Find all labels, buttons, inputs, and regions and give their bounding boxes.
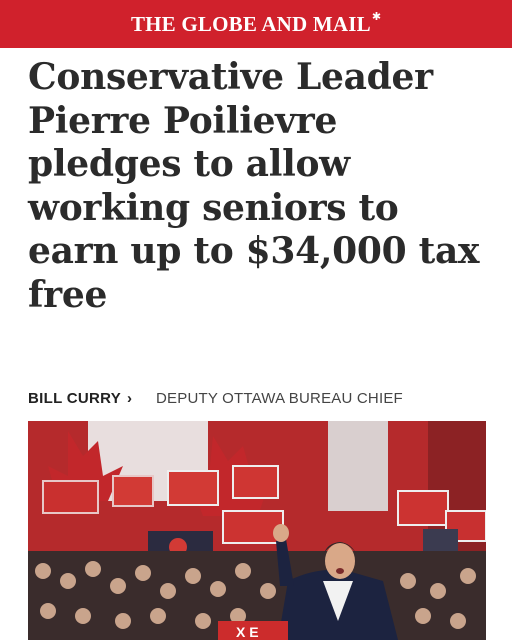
rally-photo: X E bbox=[28, 421, 486, 640]
author-name[interactable]: BILL CURRY bbox=[28, 390, 121, 407]
byline: BILL CURRY › DEPUTY OTTAWA BUREAU CHIEF bbox=[28, 387, 403, 409]
masthead[interactable]: THE GLOBE AND MAIL ✱ bbox=[0, 0, 512, 48]
maple-leaf-icon: ✱ bbox=[371, 10, 382, 23]
author-title: DEPUTY OTTAWA BUREAU CHIEF bbox=[156, 389, 403, 407]
article-photo[interactable]: X E bbox=[28, 421, 486, 640]
article-headline: Conservative Leader Pierre Poilievre ple… bbox=[28, 56, 480, 316]
chevron-right-icon[interactable]: › bbox=[127, 390, 132, 407]
photo-sign-text: X E bbox=[236, 624, 259, 640]
masthead-title[interactable]: THE GLOBE AND MAIL bbox=[131, 12, 371, 37]
